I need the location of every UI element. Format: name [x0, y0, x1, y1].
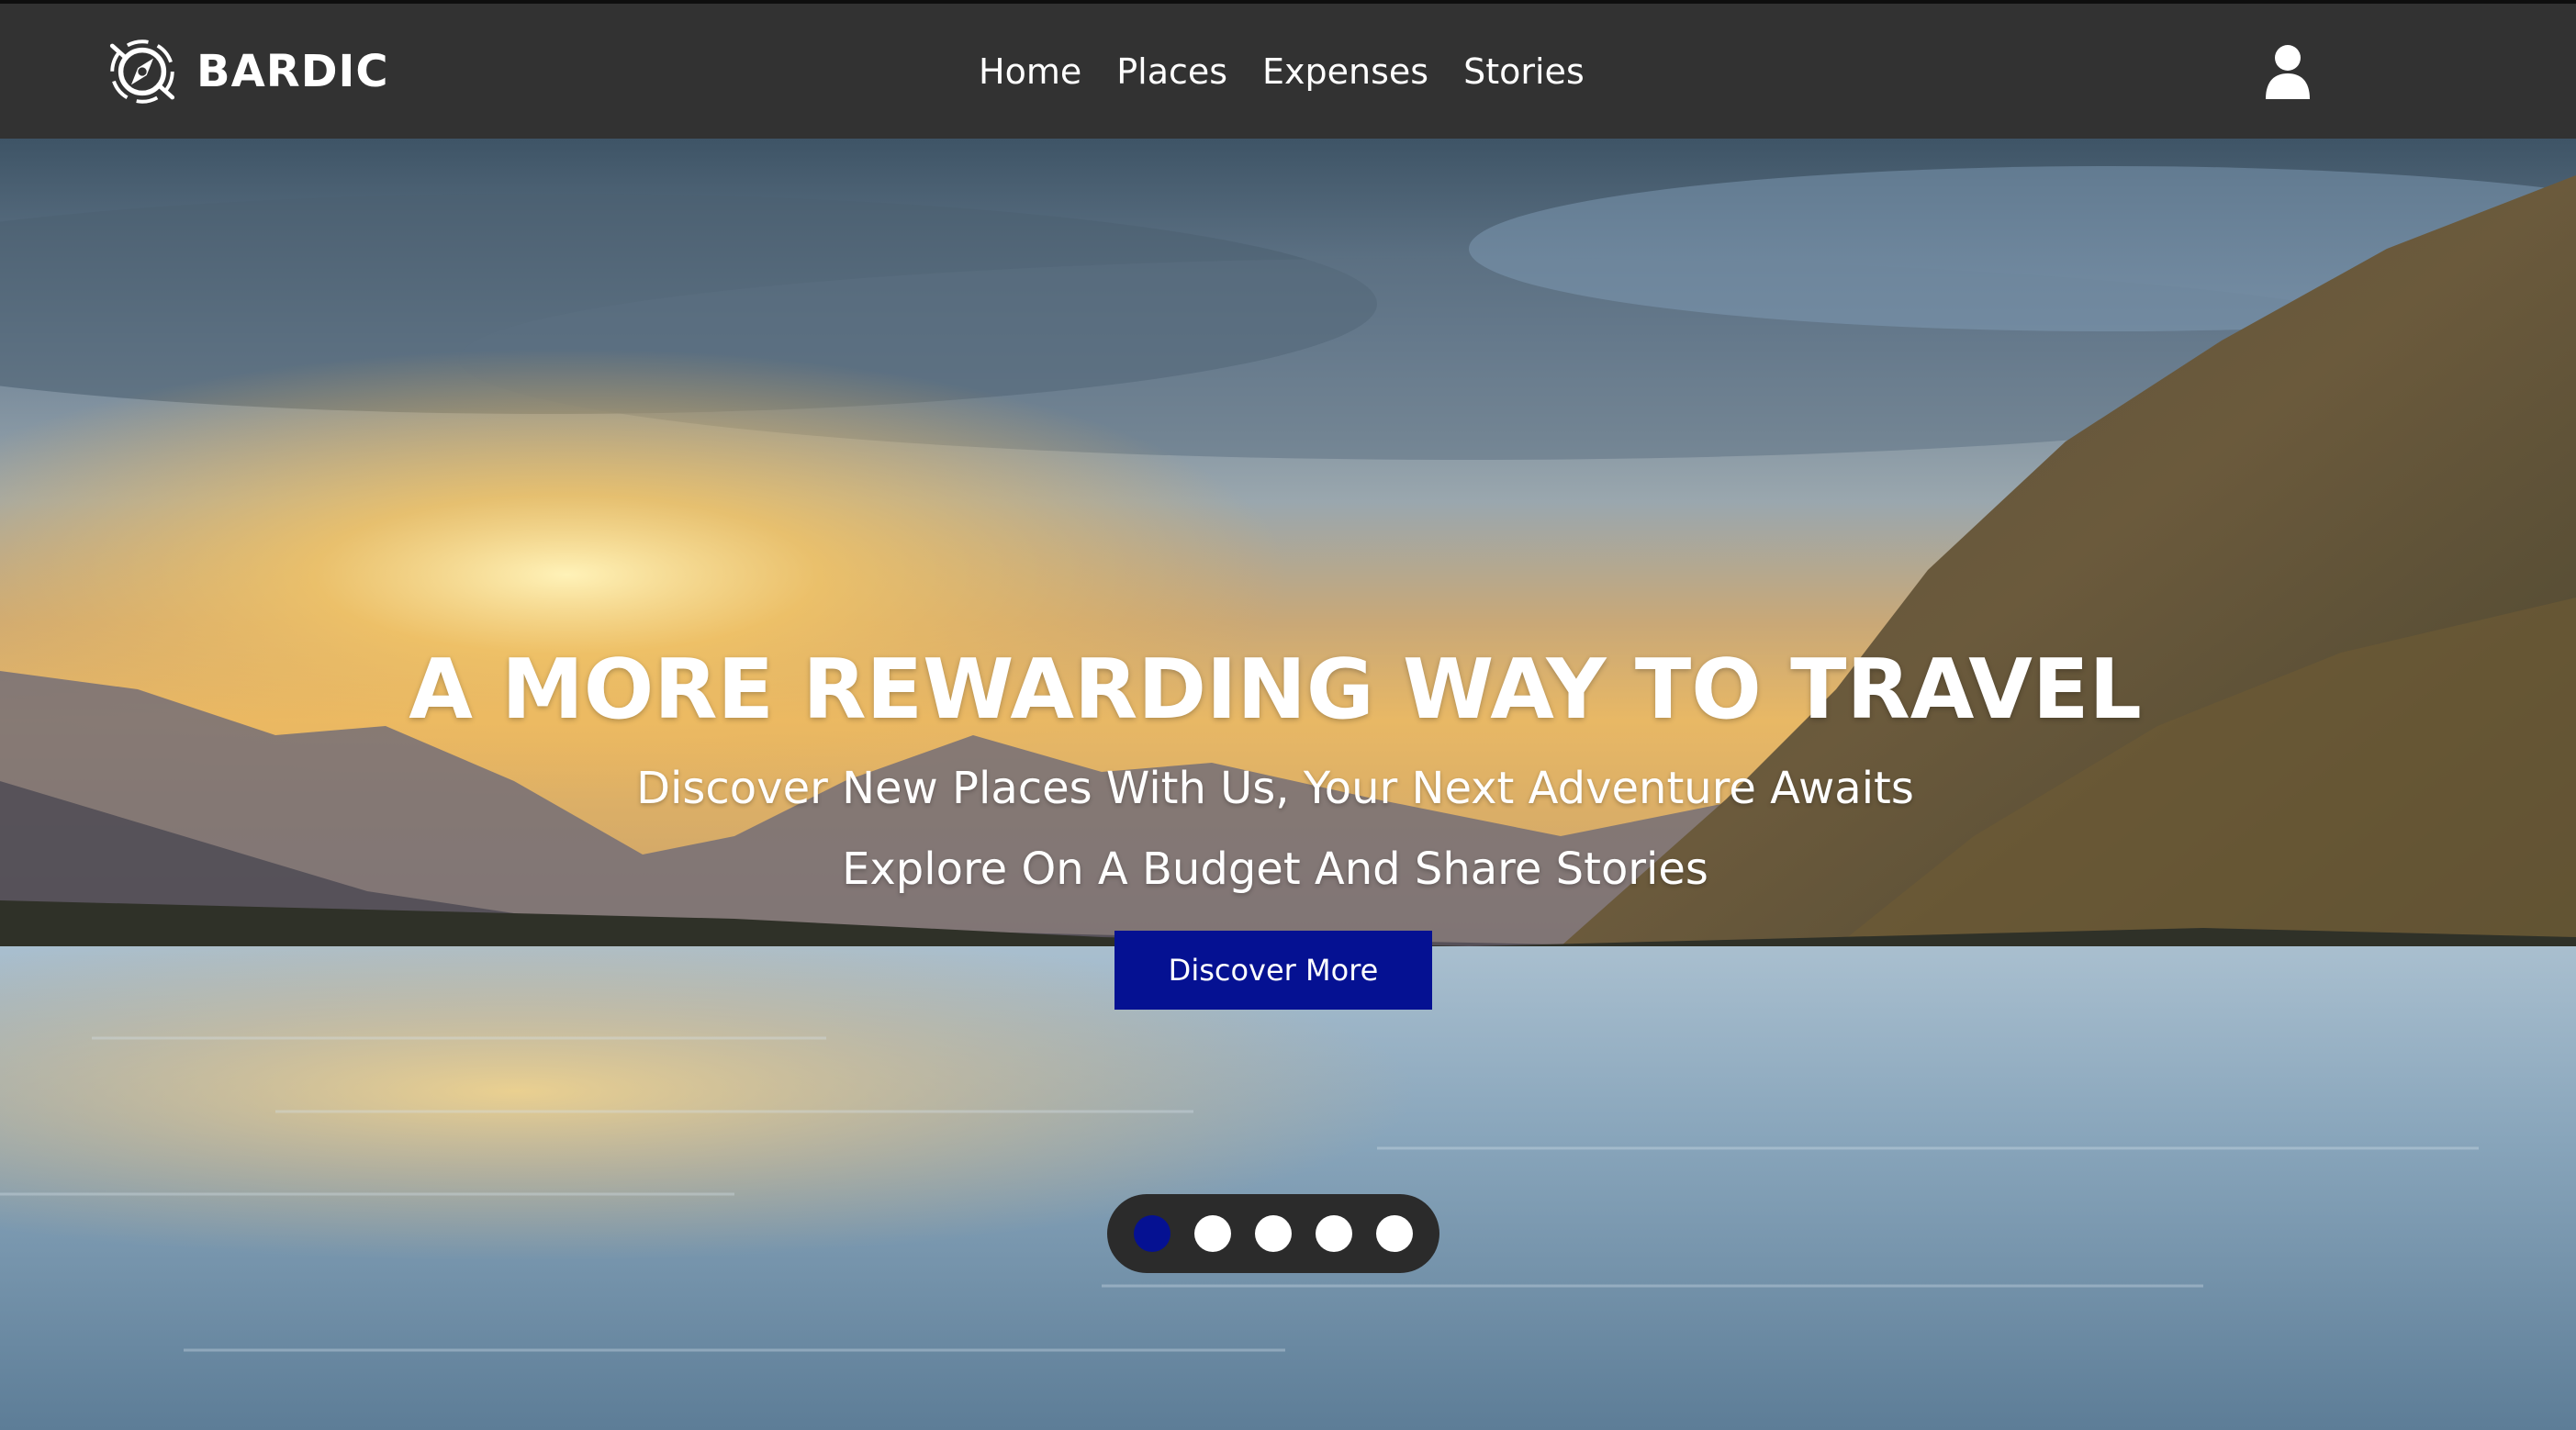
nav-stories[interactable]: Stories: [1463, 51, 1585, 92]
carousel-dot-4[interactable]: [1316, 1215, 1352, 1252]
top-navbar: BARDIC Home Places Expenses Stories: [0, 0, 2576, 139]
user-account-button[interactable]: [2264, 44, 2312, 99]
carousel-dot-1[interactable]: [1134, 1215, 1170, 1252]
carousel-dot-2[interactable]: [1194, 1215, 1231, 1252]
nav-places[interactable]: Places: [1116, 51, 1227, 92]
user-icon: [2266, 45, 2310, 99]
brand-link[interactable]: BARDIC: [106, 35, 389, 108]
compass-icon: [109, 39, 175, 104]
carousel-dot-5[interactable]: [1376, 1215, 1413, 1252]
hero-subtitle-2: Explore On A Budget And Share Stories: [842, 843, 1708, 895]
carousel-indicators: [1107, 1194, 1439, 1273]
nav-home[interactable]: Home: [979, 51, 1081, 92]
discover-more-button[interactable]: Discover More: [1114, 931, 1432, 1010]
brand-name: BARDIC: [196, 46, 389, 97]
carousel-dot-3[interactable]: [1255, 1215, 1292, 1252]
hero-subtitle-1: Discover New Places With Us, Your Next A…: [636, 763, 1914, 814]
main-nav: Home Places Expenses Stories: [979, 4, 1619, 139]
hero-section: A MORE REWARDING WAY TO TRAVEL Discover …: [0, 139, 2576, 1430]
hero-title: A MORE REWARDING WAY TO TRAVEL: [409, 642, 2142, 738]
nav-expenses[interactable]: Expenses: [1262, 51, 1428, 92]
landing-page: BARDIC Home Places Expenses Stories A MO…: [0, 0, 2576, 1430]
